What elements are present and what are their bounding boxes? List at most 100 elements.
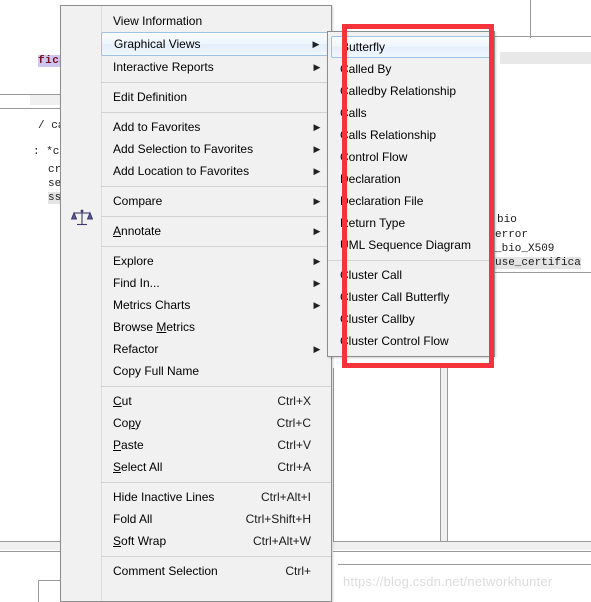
editor-tabstrip-left — [30, 95, 60, 105]
context-menu-item-explore[interactable]: Explore ▶ — [101, 250, 331, 272]
context-menu-item-label: Metrics Charts — [113, 298, 191, 312]
context-menu-item-label: Refactor — [113, 342, 159, 356]
context-menu-item-label: View Information — [113, 14, 203, 28]
context-menu-separator — [101, 246, 331, 247]
submenu-item-label: Declaration File — [340, 194, 424, 208]
submenu-item-cluster-call[interactable]: Cluster Call — [328, 264, 494, 286]
context-menu-item-soft-wrap[interactable]: Soft Wrap Ctrl+Alt+W — [101, 530, 331, 552]
submenu-item-calls[interactable]: Calls — [328, 102, 494, 124]
submenu-item-label: Calls — [340, 106, 367, 120]
context-menu-item-paste[interactable]: Paste Ctrl+V — [101, 434, 331, 456]
submenu-item-return-type[interactable]: Return Type — [328, 212, 494, 234]
context-menu-item-label: Annotate — [113, 224, 162, 238]
submenu-item-label: Control Flow — [340, 150, 408, 164]
submenu-item-label: Return Type — [340, 216, 406, 230]
context-menu-item-add-to-favorites[interactable]: Add to Favorites ▶ — [101, 116, 331, 138]
chevron-right-icon: ▶ — [313, 300, 321, 310]
context-menu-item-label: Find In... — [113, 276, 160, 290]
submenu-item-declaration[interactable]: Declaration — [328, 168, 494, 190]
context-menu-item-cut[interactable]: Cut Ctrl+X — [101, 390, 331, 412]
panel-edge-left-lower — [333, 368, 334, 548]
context-menu-separator — [101, 556, 331, 557]
graphical-views-submenu-items: Butterfly Called By Calledby Relationship C… — [328, 32, 494, 356]
scales-icon — [70, 208, 94, 228]
right-code-line-3: _bio_X509 — [495, 243, 555, 255]
chevron-right-icon: ▶ — [313, 144, 321, 154]
context-menu-item-label: Browse Metrics — [113, 320, 196, 334]
submenu-item-label: Cluster Control Flow — [340, 334, 449, 348]
context-menu-item-label: Paste — [113, 438, 144, 452]
context-menu-item-comment-selection[interactable]: Comment Selection Ctrl+ — [101, 560, 331, 582]
submenu-item-calledby-relationship[interactable]: Calledby Relationship — [328, 80, 494, 102]
context-menu-item-shortcut: Ctrl+Alt+W — [252, 534, 311, 548]
context-menu-item-label: Add Location to Favorites — [113, 164, 250, 178]
context-menu-item-shortcut: Ctrl+X — [277, 394, 311, 408]
context-menu-item-label: Edit Definition — [113, 90, 188, 104]
context-menu-item-shortcut: Ctrl+ — [285, 564, 311, 578]
context-menu-item-label: Soft Wrap — [113, 534, 167, 548]
context-menu-item-fold-all[interactable]: Fold All Ctrl+Shift+H — [101, 508, 331, 530]
context-menu-item-label: Add to Favorites — [113, 120, 201, 134]
submenu-item-label: Cluster Call — [340, 268, 403, 282]
context-menu-separator — [101, 482, 331, 483]
context-menu-item-label: Cut — [113, 394, 132, 408]
chevron-right-icon: ▶ — [313, 226, 321, 236]
watermark-text: https://blog.csdn.net/networkhunter — [343, 574, 553, 589]
context-menu-item-shortcut: Ctrl+A — [277, 460, 311, 474]
scrollbar-track-vertical[interactable] — [441, 368, 447, 548]
right-code-line-4: use_certifica — [495, 257, 581, 269]
submenu-item-cluster-call-butterfly[interactable]: Cluster Call Butterfly — [328, 286, 494, 308]
context-menu-item-interactive-reports[interactable]: Interactive Reports ▶ — [101, 56, 331, 78]
submenu-item-label: Cluster Call Butterfly — [340, 290, 450, 304]
context-menu-item-add-location-to-favorites[interactable]: Add Location to Favorites ▶ — [101, 160, 331, 182]
context-menu-item-label: Comment Selection — [113, 564, 218, 578]
context-menu-item-compare[interactable]: Compare ▶ — [101, 190, 331, 212]
bottom-frame-edge — [38, 580, 39, 602]
context-menu-item-shortcut: Ctrl+C — [276, 416, 311, 430]
context-menu-item-graphical-views[interactable]: Graphical Views ▶ — [101, 32, 331, 56]
context-menu-item-copy-full-name[interactable]: Copy Full Name — [101, 360, 331, 382]
panel-divider-vertical-lower-2 — [447, 368, 448, 548]
context-menu-items: View Information Graphical Views ▶ Interact… — [101, 6, 331, 582]
context-menu-item-hide-inactive-lines[interactable]: Hide Inactive Lines Ctrl+Alt+I — [101, 486, 331, 508]
graphical-views-submenu[interactable]: Butterfly Called By Calledby Relationship C… — [327, 31, 495, 357]
context-menu-item-add-selection-to-favorites[interactable]: Add Selection to Favorites ▶ — [101, 138, 331, 160]
panel-edge-top-right — [495, 36, 591, 37]
submenu-item-cluster-callby[interactable]: Cluster Callby — [328, 308, 494, 330]
context-menu-separator — [101, 112, 331, 113]
submenu-item-calls-relationship[interactable]: Calls Relationship — [328, 124, 494, 146]
submenu-item-declaration-file[interactable]: Declaration File — [328, 190, 494, 212]
context-menu-item-label: Hide Inactive Lines — [113, 490, 215, 504]
submenu-item-label: UML Sequence Diagram — [340, 238, 471, 252]
submenu-item-butterfly[interactable]: Butterfly — [331, 36, 491, 58]
context-menu-item-shortcut: Ctrl+Alt+I — [260, 490, 311, 504]
context-menu-item-label: Add Selection to Favorites — [113, 142, 254, 156]
context-menu-item-browse-metrics[interactable]: Browse Metrics — [101, 316, 331, 338]
submenu-item-uml-sequence-diagram[interactable]: UML Sequence Diagram — [328, 234, 494, 256]
context-menu-item-label: Copy Full Name — [113, 364, 200, 378]
panel-rule-right — [495, 272, 591, 273]
context-menu-item-label: Interactive Reports — [113, 60, 214, 74]
submenu-item-label: Cluster Callby — [340, 312, 415, 326]
context-menu[interactable]: View Information Graphical Views ▶ Interact… — [60, 5, 332, 602]
context-menu-item-find-in[interactable]: Find In... ▶ — [101, 272, 331, 294]
submenu-item-control-flow[interactable]: Control Flow — [328, 146, 494, 168]
editor-rule-left-2 — [0, 108, 60, 109]
context-menu-item-select-all[interactable]: Select All Ctrl+A — [101, 456, 331, 478]
context-menu-separator — [101, 216, 331, 217]
chevron-right-icon: ▶ — [313, 122, 321, 132]
context-menu-separator — [101, 82, 331, 83]
context-menu-separator — [101, 186, 331, 187]
context-menu-item-annotate[interactable]: Annotate ▶ — [101, 220, 331, 242]
status-rule-right-2 — [333, 551, 591, 552]
context-menu-item-edit-definition[interactable]: Edit Definition — [101, 86, 331, 108]
context-menu-item-copy[interactable]: Copy Ctrl+C — [101, 412, 331, 434]
context-menu-item-view-information[interactable]: View Information — [101, 10, 331, 32]
submenu-item-called-by[interactable]: Called By — [328, 58, 494, 80]
window-divider-vertical-top — [530, 0, 531, 38]
status-band-right — [333, 542, 591, 550]
context-menu-item-metrics-charts[interactable]: Metrics Charts ▶ — [101, 294, 331, 316]
submenu-item-cluster-control-flow[interactable]: Cluster Control Flow — [328, 330, 494, 352]
submenu-separator — [328, 260, 494, 261]
context-menu-item-refactor[interactable]: Refactor ▶ — [101, 338, 331, 360]
